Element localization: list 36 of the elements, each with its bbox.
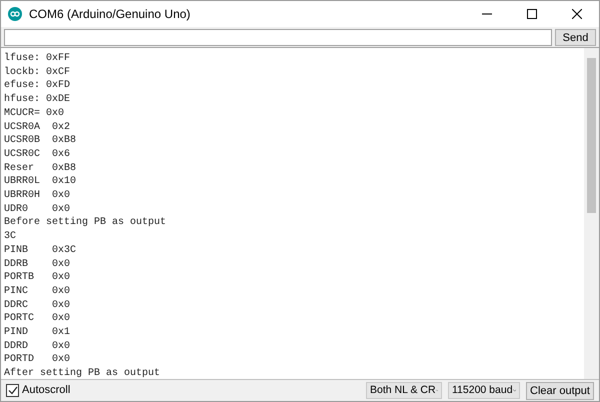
output-line: After setting PB as output (4, 367, 160, 379)
output-line: 3C (4, 230, 16, 244)
scrollbar[interactable] (584, 48, 599, 379)
send-button[interactable]: Send (555, 28, 596, 46)
output-line: Reser 0xB8 (4, 162, 76, 176)
close-icon (572, 9, 582, 19)
output-line: Before setting PB as output (4, 216, 166, 230)
message-input-field[interactable] (4, 28, 552, 46)
maximize-icon (526, 9, 536, 19)
output-line: UBRR0H 0x0 (4, 189, 70, 203)
output-line: efuse: 0xFD (4, 79, 70, 94)
output-line: PORTB 0x0 (4, 271, 70, 285)
output-line: MCUCR= 0x0 (4, 106, 64, 121)
baud-rate-dropdown[interactable]: 115200 baud (448, 382, 520, 399)
output-line: DDRB 0x0 (4, 258, 70, 272)
output-line: PIND 0x1 (4, 326, 70, 340)
output-line: PORTC 0x0 (4, 312, 70, 326)
output-line: hfuse: 0xDE (4, 93, 70, 107)
autoscroll-checkbox[interactable] (6, 384, 19, 397)
output-line: PORTD 0x0 (4, 353, 70, 368)
output-line: DDRC 0x0 (4, 298, 70, 312)
window-title: COM6 (Arduino/Genuino Uno) (29, 6, 190, 23)
output-line: UDR0 0x0 (4, 202, 70, 216)
output-line: DDRD 0x0 (4, 340, 70, 354)
output-line: lockb: 0xCF (4, 66, 70, 80)
clear-output-button[interactable]: Clear output (526, 382, 594, 400)
autoscroll-label: Autoscroll (22, 383, 70, 398)
output-line: UCSR0B 0xB8 (4, 134, 76, 148)
app-logo-icon (8, 7, 22, 21)
output-line: PINC 0x0 (4, 284, 70, 299)
line-ending-dropdown[interactable]: Both NL & CR (366, 382, 442, 399)
output-line: UCSR0C 0x6 (4, 148, 70, 162)
output-line: UBRR0L 0x10 (4, 175, 76, 190)
output-line: lfuse: 0xFF (4, 52, 70, 66)
output-line: UCSR0A 0x2 (4, 120, 70, 134)
output-line: PINB 0x3C (4, 244, 76, 258)
